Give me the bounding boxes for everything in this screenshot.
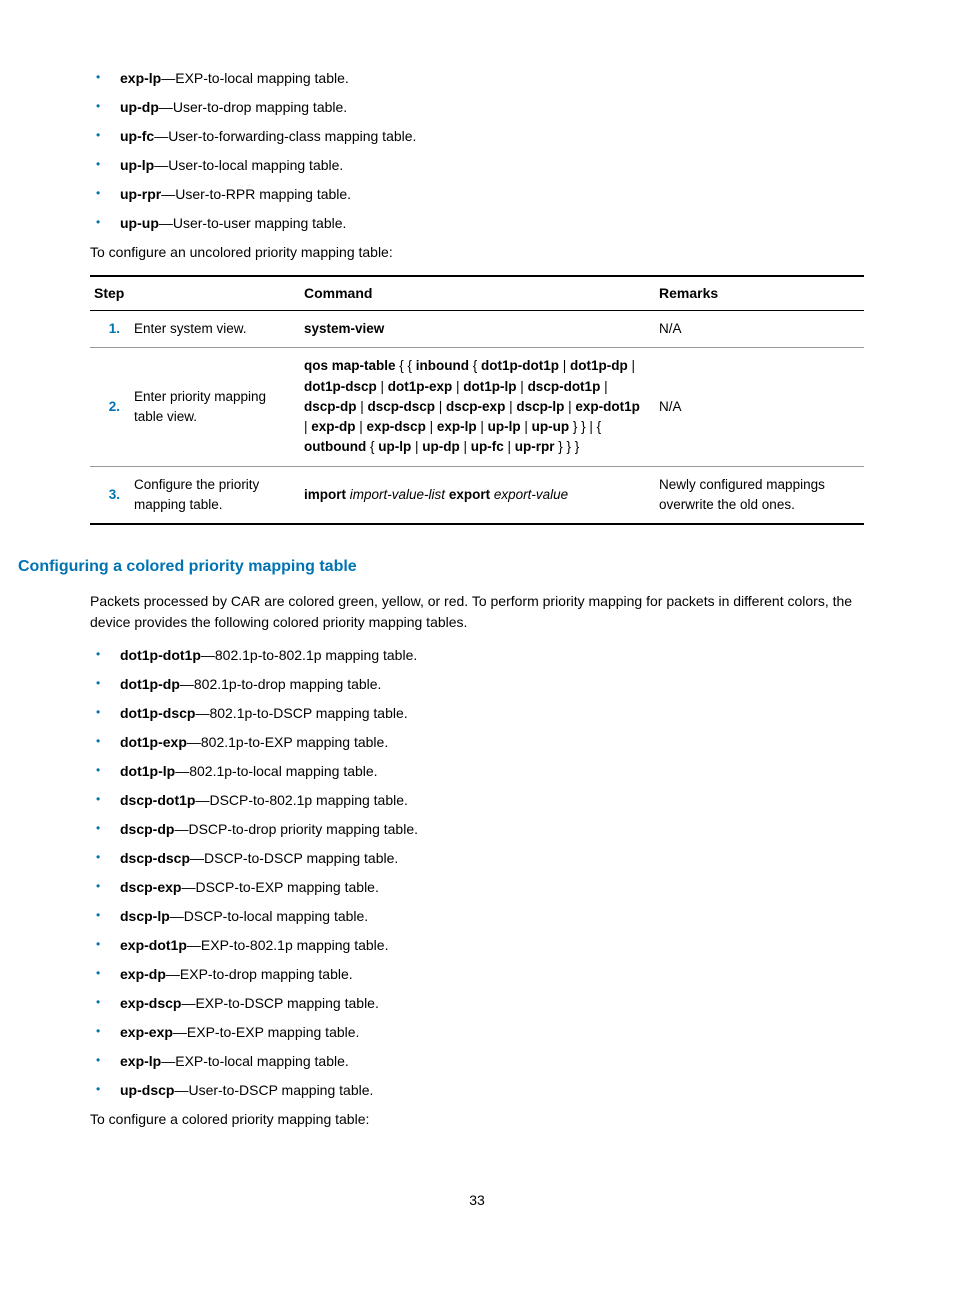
list-item: up-rpr—User-to-RPR mapping table. [90,184,864,205]
command-cell: import import-value-list export export-v… [300,466,655,524]
col-header-command: Command [300,276,655,311]
page-number: 33 [90,1190,864,1211]
list-item: exp-exp—EXP-to-EXP mapping table. [90,1022,864,1043]
colored-mapping-intro: Packets processed by CAR are colored gre… [90,591,864,633]
table-row: 1.Enter system view.system-viewN/A [90,311,864,348]
list-item: dscp-lp—DSCP-to-local mapping table. [90,906,864,927]
list-item: dot1p-lp—802.1p-to-local mapping table. [90,761,864,782]
list-item: exp-lp—EXP-to-local mapping table. [90,68,864,89]
remarks-cell: N/A [655,311,864,348]
list-item: up-dscp—User-to-DSCP mapping table. [90,1080,864,1101]
list-item: up-dp—User-to-drop mapping table. [90,97,864,118]
step-number: 2. [90,348,130,466]
table-row: 2.Enter priority mapping table view.qos … [90,348,864,466]
list-item: exp-dp—EXP-to-drop mapping table. [90,964,864,985]
remarks-cell: N/A [655,348,864,466]
list-item: up-up—User-to-user mapping table. [90,213,864,234]
table-row: 3.Configure the priority mapping table.i… [90,466,864,524]
list-item: dot1p-dscp—802.1p-to-DSCP mapping table. [90,703,864,724]
configure-colored-intro: To configure a colored priority mapping … [90,1109,864,1130]
step-description: Enter priority mapping table view. [130,348,300,466]
command-cell: qos map-table { { inbound { dot1p-dot1p … [300,348,655,466]
list-item: up-lp—User-to-local mapping table. [90,155,864,176]
list-item: dscp-exp—DSCP-to-EXP mapping table. [90,877,864,898]
step-number: 1. [90,311,130,348]
colored-mapping-list: dot1p-dot1p—802.1p-to-802.1p mapping tab… [90,645,864,1101]
configure-uncolored-intro: To configure an uncolored priority mappi… [90,242,864,263]
list-item: dot1p-dot1p—802.1p-to-802.1p mapping tab… [90,645,864,666]
colored-mapping-heading: Configuring a colored priority mapping t… [18,555,864,579]
list-item: dot1p-dp—802.1p-to-drop mapping table. [90,674,864,695]
list-item: dot1p-exp—802.1p-to-EXP mapping table. [90,732,864,753]
list-item: exp-lp—EXP-to-local mapping table. [90,1051,864,1072]
step-number: 3. [90,466,130,524]
step-description: Configure the priority mapping table. [130,466,300,524]
list-item: dscp-dp—DSCP-to-drop priority mapping ta… [90,819,864,840]
list-item: exp-dscp—EXP-to-DSCP mapping table. [90,993,864,1014]
step-description: Enter system view. [130,311,300,348]
list-item: exp-dot1p—EXP-to-802.1p mapping table. [90,935,864,956]
uncolored-mapping-list: exp-lp—EXP-to-local mapping table. up-dp—… [90,68,864,234]
command-cell: system-view [300,311,655,348]
col-header-remarks: Remarks [655,276,864,311]
remarks-cell: Newly configured mappings overwrite the … [655,466,864,524]
uncolored-steps-table: Step Command Remarks 1.Enter system view… [90,275,864,525]
col-header-step: Step [90,276,300,311]
list-item: dscp-dscp—DSCP-to-DSCP mapping table. [90,848,864,869]
list-item: dscp-dot1p—DSCP-to-802.1p mapping table. [90,790,864,811]
list-item: up-fc—User-to-forwarding-class mapping t… [90,126,864,147]
